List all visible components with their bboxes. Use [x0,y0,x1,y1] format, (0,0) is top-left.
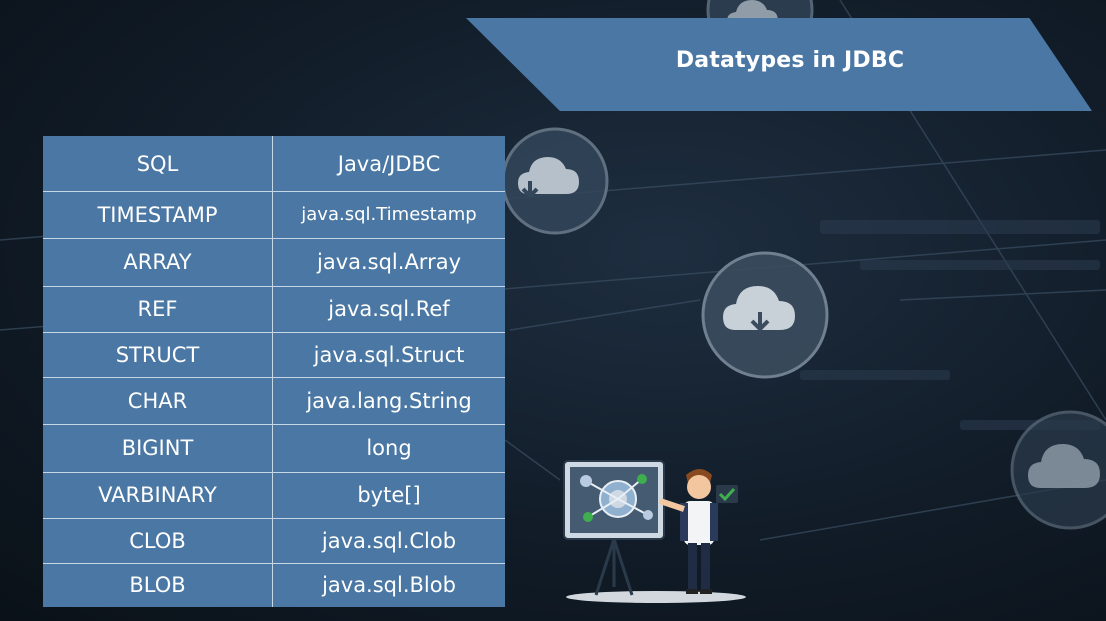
table-row: CHAR java.lang.String [43,377,505,425]
sql-type-cell: VARBINARY [43,472,273,518]
datatype-table: SQL Java/JDBC TIMESTAMP java.sql.Timesta… [43,136,505,607]
checkmark-icon [716,485,738,503]
java-type-cell: long [366,436,412,460]
cloud-download-icon [701,251,829,379]
cloud-download-icon [1010,410,1106,530]
sql-type-cell: BLOB [43,563,273,607]
java-type-cell: java.sql.Array [316,250,462,274]
whiteboard-icon [563,460,665,596]
table-row: BLOB java.sql.Blob [43,563,505,607]
person-icon [659,469,718,594]
presenter-illustration [563,460,746,603]
java-type-cell: java.sql.Struct [313,342,465,367]
sql-type-cell: CHAR [43,377,273,424]
table-header-row: SQL Java/JDBC [43,136,505,192]
sql-type-cell: CLOB [43,518,273,563]
table-row: TIMESTAMP java.sql.Timestamp [43,191,505,239]
sql-type-cell: REF [43,286,273,332]
header-sql: SQL [43,136,273,191]
sql-type-cell: ARRAY [43,238,273,286]
java-type-cell: java.sql.Ref [328,297,450,321]
java-type-cell: java.sql.Timestamp [301,204,477,225]
header-java: Java/JDBC [337,151,441,176]
sql-type-cell: STRUCT [43,332,273,377]
java-type-cell: byte[] [357,483,421,507]
sql-type-cell: BIGINT [43,424,273,472]
table-row: STRUCT java.sql.Struct [43,332,505,378]
page-title: Datatypes in JDBC [675,48,905,73]
table-row: VARBINARY byte[] [43,472,505,519]
java-type-cell: java.lang.String [306,388,472,413]
cloud-download-icon [501,127,609,235]
table-row: REF java.sql.Ref [43,286,505,333]
table-row: CLOB java.sql.Clob [43,518,505,564]
table-row: ARRAY java.sql.Array [43,238,505,287]
java-type-cell: java.sql.Blob [322,573,456,597]
table-row: BIGINT long [43,424,505,473]
sql-type-cell: TIMESTAMP [43,191,273,238]
java-type-cell: java.sql.Clob [321,528,457,553]
